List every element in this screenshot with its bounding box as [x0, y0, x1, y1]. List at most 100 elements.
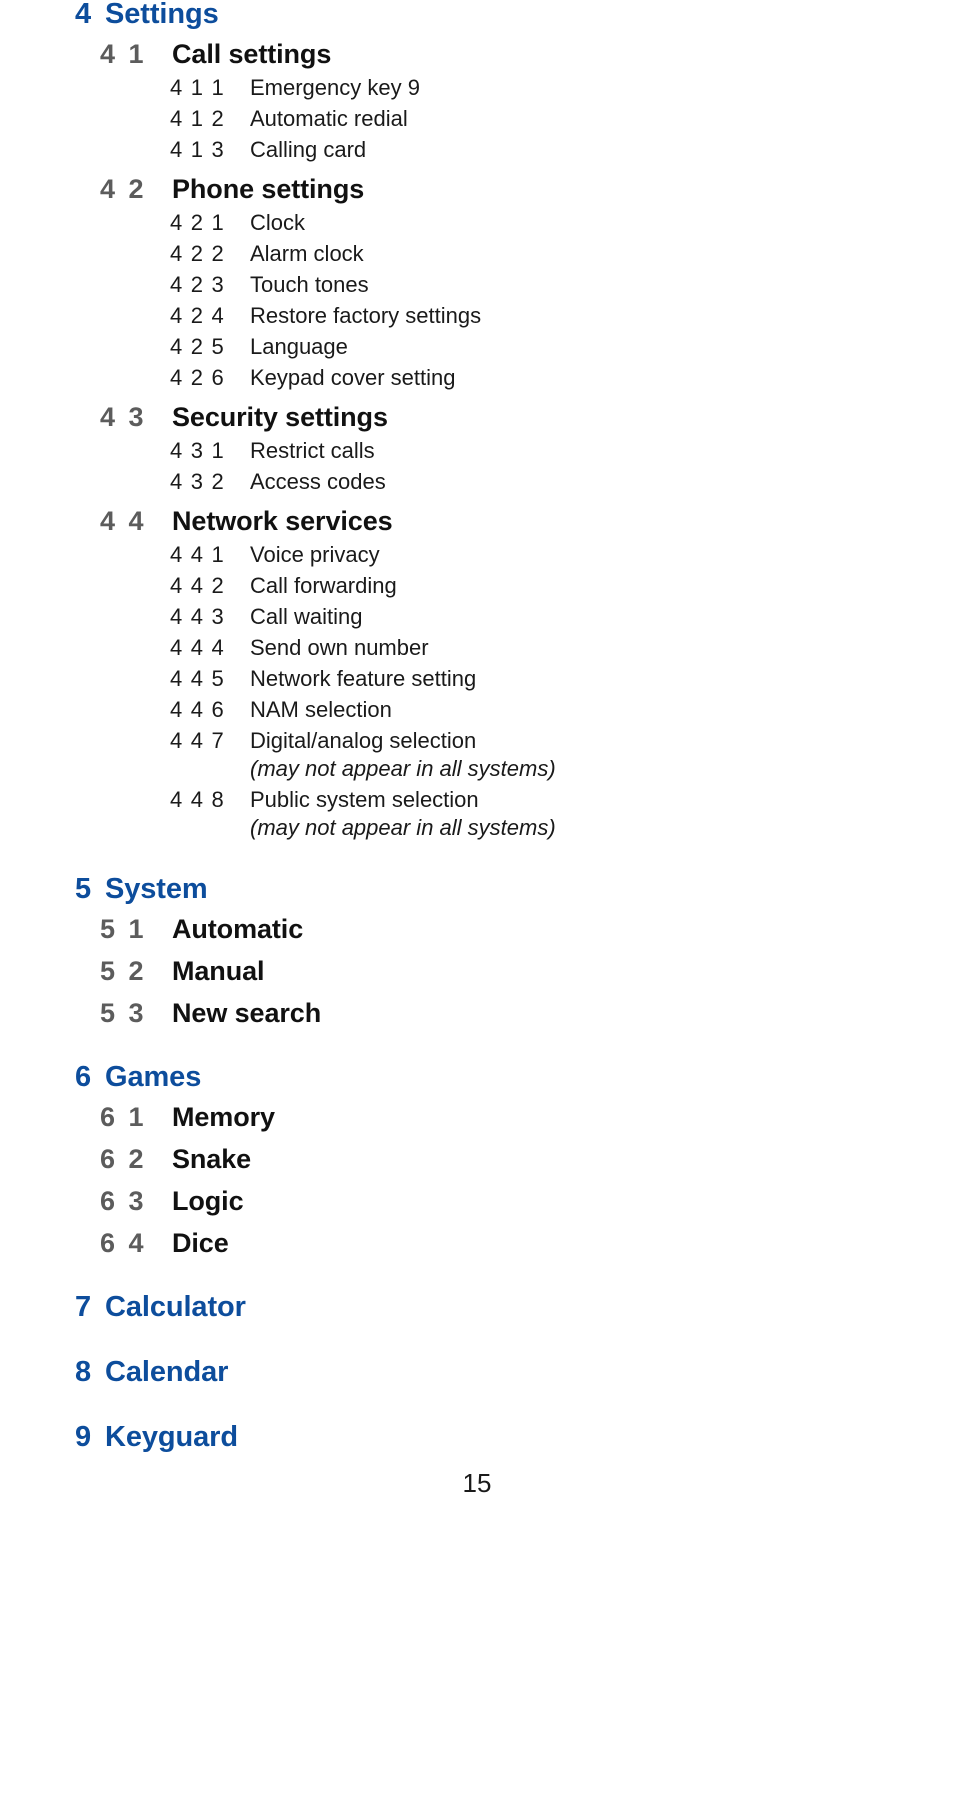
item-number: 4 1 3	[170, 137, 225, 162]
item-title: Touch tones	[250, 272, 369, 297]
toc-item-network-feature-setting[interactable]: 4 4 5 Network feature setting	[0, 668, 954, 690]
toc-section-automatic[interactable]: 5 1 Automatic	[0, 916, 954, 943]
toc-section-snake[interactable]: 6 2 Snake	[0, 1146, 954, 1173]
item-title: Call waiting	[250, 604, 363, 629]
chapter-number: 4	[75, 0, 92, 30]
item-text-block: Keypad cover setting	[250, 367, 455, 389]
section-number: 6 3	[100, 1186, 147, 1216]
section-title: Dice	[172, 1228, 229, 1258]
toc-item-call-waiting[interactable]: 4 4 3 Call waiting	[0, 606, 954, 628]
toc-item-emergency-key-9[interactable]: 4 1 1 Emergency key 9	[0, 77, 954, 99]
toc-item-call-forwarding[interactable]: 4 4 2 Call forwarding	[0, 575, 954, 597]
item-number: 4 1 2	[170, 106, 225, 131]
toc-item-clock[interactable]: 4 2 1 Clock	[0, 212, 954, 234]
section-number: 5 1	[100, 914, 147, 944]
item-number: 4 2 1	[170, 210, 225, 235]
item-number: 4 3 1	[170, 438, 225, 463]
toc-item-voice-privacy[interactable]: 4 4 1 Voice privacy	[0, 544, 954, 566]
toc-section-logic[interactable]: 6 3 Logic	[0, 1188, 954, 1215]
vertical-spacer	[0, 1322, 954, 1358]
toc-section-security-settings[interactable]: 4 3 Security settings	[0, 404, 954, 431]
vertical-spacer	[0, 690, 954, 699]
item-title: Emergency key 9	[250, 75, 420, 100]
vertical-spacer	[0, 1387, 954, 1423]
item-number: 4 2 2	[170, 241, 225, 266]
toc-section-phone-settings[interactable]: 4 2 Phone settings	[0, 176, 954, 203]
vertical-spacer	[0, 535, 954, 544]
toc-chapter-keyguard[interactable]: 9 Keyguard	[0, 1423, 954, 1452]
item-title: Automatic redial	[250, 106, 408, 131]
vertical-spacer	[0, 628, 954, 637]
toc-chapter-games[interactable]: 6 Games	[0, 1063, 954, 1092]
item-title: NAM selection	[250, 697, 392, 722]
item-text-block: Clock	[250, 212, 305, 234]
toc-item-language[interactable]: 4 2 5 Language	[0, 336, 954, 358]
item-title: Clock	[250, 210, 306, 235]
section-title: New search	[172, 998, 322, 1028]
section-number: 4 3	[100, 402, 147, 432]
section-title: Security settings	[172, 402, 388, 432]
item-text-block: Network feature setting	[250, 668, 476, 690]
vertical-spacer	[0, 721, 954, 730]
toc-item-restrict-calls[interactable]: 4 3 1 Restrict calls	[0, 440, 954, 462]
item-title: Language	[250, 334, 348, 359]
toc-section-new-search[interactable]: 5 3 New search	[0, 1000, 954, 1027]
chapter-number: 6	[75, 1061, 92, 1093]
toc-item-automatic-redial[interactable]: 4 1 2 Automatic redial	[0, 108, 954, 130]
toc-chapter-system[interactable]: 5 System	[0, 875, 954, 904]
toc-chapter-calculator[interactable]: 7 Calculator	[0, 1293, 954, 1322]
toc-item-alarm-clock[interactable]: 4 2 2 Alarm clock	[0, 243, 954, 265]
section-number: 4 4	[100, 506, 147, 536]
toc-chapter-settings[interactable]: 4 Settings	[0, 0, 954, 29]
vertical-spacer	[0, 597, 954, 606]
item-text-block: Emergency key 9	[250, 77, 420, 99]
item-text-block: Public system selection (may not appear i…	[250, 789, 556, 839]
toc-chapter-calendar[interactable]: 8 Calendar	[0, 1358, 954, 1387]
toc-item-access-codes[interactable]: 4 3 2 Access codes	[0, 471, 954, 493]
section-number: 5 3	[100, 998, 147, 1028]
section-number: 6 1	[100, 1102, 147, 1132]
vertical-spacer	[0, 1027, 954, 1063]
vertical-spacer	[0, 68, 954, 77]
item-text-block: NAM selection	[250, 699, 392, 721]
toc-section-call-settings[interactable]: 4 1 Call settings	[0, 41, 954, 68]
chapter-title: Keyguard	[105, 1421, 238, 1453]
toc-section-manual[interactable]: 5 2 Manual	[0, 958, 954, 985]
toc-item-restore-factory-settings[interactable]: 4 2 4 Restore factory settings	[0, 305, 954, 327]
item-availability-note: (may not appear in all systems)	[250, 756, 556, 781]
toc-item-nam-selection[interactable]: 4 4 6 NAM selection	[0, 699, 954, 721]
toc-item-keypad-cover-setting[interactable]: 4 2 6 Keypad cover setting	[0, 367, 954, 389]
toc-section-network-services[interactable]: 4 4 Network services	[0, 508, 954, 535]
section-number: 5 2	[100, 956, 147, 986]
vertical-spacer	[0, 99, 954, 108]
item-text-block: Language	[250, 336, 348, 358]
vertical-spacer	[0, 462, 954, 471]
vertical-spacer	[0, 566, 954, 575]
item-title: Alarm clock	[250, 241, 364, 266]
toc-section-memory[interactable]: 6 1 Memory	[0, 1104, 954, 1131]
item-number: 4 4 6	[170, 697, 225, 722]
toc-page: 4 Settings 4 1 Call settings 4 1 1 Emergency …	[0, 0, 954, 1803]
item-text-block: Automatic redial	[250, 108, 408, 130]
vertical-spacer	[0, 358, 954, 367]
item-number: 4 4 7	[170, 728, 225, 753]
item-number: 4 2 6	[170, 365, 225, 390]
toc-item-digital-analog-selection[interactable]: 4 4 7 Digital/analog selection (may not ap…	[0, 730, 954, 780]
section-number: 6 4	[100, 1228, 147, 1258]
item-title: Voice privacy	[250, 542, 380, 567]
chapter-number: 8	[75, 1356, 92, 1388]
item-text-block: Alarm clock	[250, 243, 364, 265]
chapter-title: Games	[105, 1061, 202, 1093]
section-number: 4 1	[100, 39, 147, 69]
item-title: Network feature setting	[250, 666, 477, 691]
toc-item-touch-tones[interactable]: 4 2 3 Touch tones	[0, 274, 954, 296]
section-title: Manual	[172, 956, 265, 986]
toc-item-send-own-number[interactable]: 4 4 4 Send own number	[0, 637, 954, 659]
toc-item-calling-card[interactable]: 4 1 3 Calling card	[0, 139, 954, 161]
toc-section-dice[interactable]: 6 4 Dice	[0, 1230, 954, 1257]
section-title: Phone settings	[172, 174, 365, 204]
toc-item-public-system-selection[interactable]: 4 4 8 Public system selection (may not app…	[0, 789, 954, 839]
item-number: 4 4 8	[170, 787, 225, 812]
item-text-block: Voice privacy	[250, 544, 380, 566]
section-title: Memory	[172, 1102, 275, 1132]
